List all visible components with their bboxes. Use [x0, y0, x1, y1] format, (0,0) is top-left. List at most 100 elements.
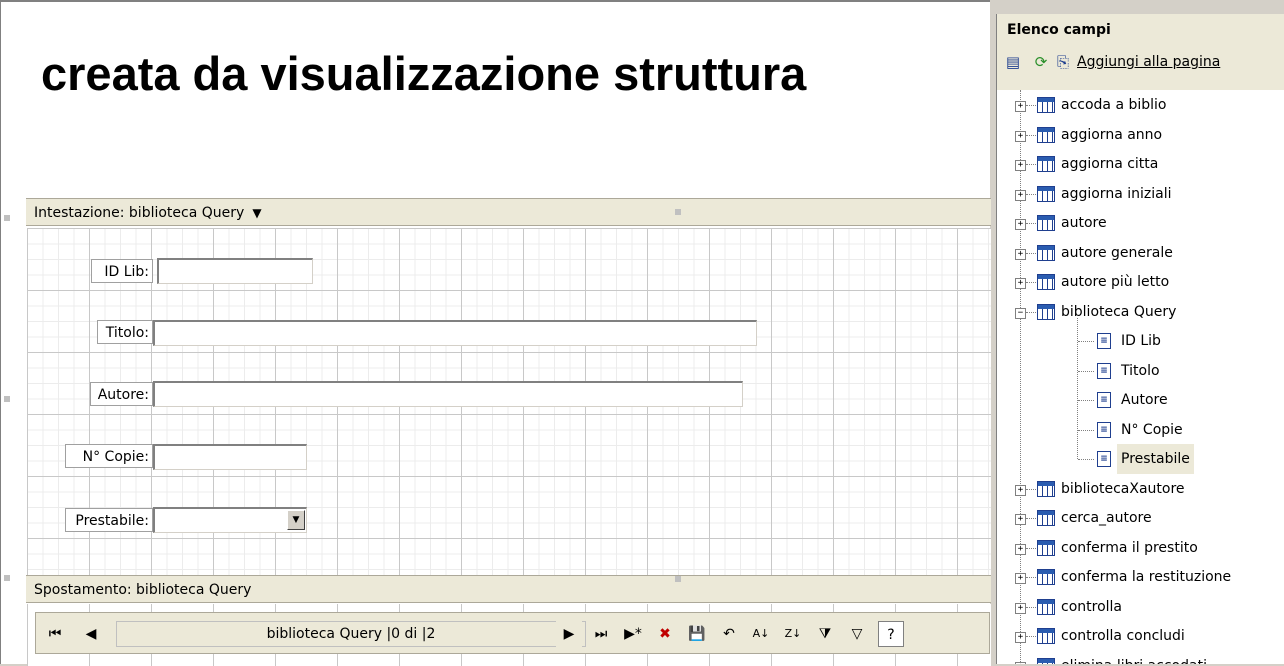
field-list-panel[interactable]: Elenco campi ▤ ⟳ ⎘ Aggiungi alla pagina … [996, 14, 1284, 664]
refresh-icon[interactable]: ⟳ [1031, 52, 1051, 72]
tree-item-query[interactable]: + bibliotecaXautore [997, 474, 1284, 504]
next-record-icon[interactable]: ▶ [556, 621, 582, 647]
tree-item-query[interactable]: + controlla [997, 592, 1284, 622]
query-icon [1037, 539, 1055, 556]
label-titolo[interactable]: Titolo: [97, 320, 153, 344]
autore-field[interactable] [153, 381, 743, 407]
apply-filter-icon[interactable]: ▽ [844, 621, 870, 647]
tree-item-label: Autore [1121, 392, 1168, 408]
last-record-icon[interactable]: ⏭ [588, 621, 614, 647]
tree-item-field[interactable]: ≡ Prestabile [997, 444, 1284, 474]
expand-icon[interactable]: + [1015, 130, 1026, 142]
undo-icon[interactable]: ↶ [716, 621, 742, 647]
chevron-down-icon[interactable]: ▼ [287, 510, 305, 530]
tree-item-query[interactable]: + autore generale [997, 238, 1284, 268]
add-to-page-button[interactable]: Aggiungi alla pagina [1077, 52, 1220, 72]
tree-item-query[interactable]: + conferma il prestito [997, 533, 1284, 563]
resize-grip[interactable] [4, 396, 10, 402]
page-design-canvas[interactable]: creata da visualizzazione struttura Inte… [0, 0, 991, 666]
query-icon [1037, 215, 1055, 231]
query-icon [1037, 657, 1055, 664]
tree-item-query[interactable]: + autore [997, 208, 1284, 238]
delete-record-icon[interactable]: ✖ [652, 621, 678, 647]
resize-grip[interactable] [4, 215, 10, 221]
tree-item-label: accoda a biblio [1061, 97, 1167, 113]
label-autore[interactable]: Autore: [90, 382, 153, 406]
save-record-icon[interactable]: 💾 [684, 621, 710, 647]
tree-item-label: controlla concludi [1061, 628, 1185, 644]
tree-item-label: aggiorna citta [1061, 156, 1159, 172]
expand-icon[interactable]: + [1015, 632, 1026, 643]
prestabile-combo[interactable]: ▼ [153, 507, 307, 533]
expand-icon[interactable]: + [1015, 189, 1026, 201]
tree-item-query[interactable]: + accoda a biblio [997, 90, 1284, 120]
tree-item-label: Prestabile [1117, 444, 1194, 474]
expand-icon[interactable]: + [1015, 219, 1026, 230]
collapse-icon[interactable]: − [1015, 307, 1026, 319]
tree-item-query[interactable]: + aggiorna anno [997, 120, 1284, 150]
record-navigation[interactable]: ⏮ ◀ biblioteca Query |0 di |2 ▶ ⏭ ▶* ✖ 💾… [27, 604, 991, 666]
tree-connector [1078, 429, 1094, 431]
first-record-icon[interactable]: ⏮ [42, 621, 68, 647]
expand-icon[interactable]: + [1015, 573, 1026, 584]
add-to-page-icon[interactable]: ⎘ [1053, 52, 1073, 72]
titolo-field[interactable] [153, 320, 757, 346]
record-position-caption: biblioteca Query |0 di |2 [116, 621, 586, 647]
new-record-icon[interactable]: ▶* [620, 621, 646, 647]
field-icon: ≡ [1097, 392, 1111, 408]
query-icon [1037, 510, 1055, 526]
tree-item-query[interactable]: + aggiorna citta [997, 149, 1284, 179]
n-copie-field[interactable] [153, 444, 307, 470]
tree-item-query[interactable]: + autore più letto [997, 267, 1284, 297]
sort-ascending-icon[interactable]: A↓ [748, 621, 774, 647]
dropdown-arrow-icon[interactable]: ▼ [252, 199, 261, 227]
expand-icon[interactable]: + [1015, 484, 1026, 496]
sort-descending-icon[interactable]: Z↓ [780, 621, 806, 647]
expand-icon[interactable]: + [1015, 514, 1026, 525]
field-icon: ≡ [1097, 333, 1111, 349]
tree-item-label: controlla [1061, 598, 1122, 615]
resize-grip[interactable] [675, 576, 681, 582]
query-icon [1037, 480, 1055, 497]
expand-icon[interactable]: + [1015, 602, 1026, 614]
add-to-page-label: Aggiungi alla pagina [1077, 54, 1221, 70]
tree-item-query[interactable]: − biblioteca Query [997, 297, 1284, 327]
expand-icon[interactable]: + [1015, 278, 1026, 289]
expand-icon[interactable]: + [1015, 101, 1026, 112]
table-view-icon[interactable]: ▤ [1003, 52, 1023, 72]
id-lib-field[interactable] [157, 258, 313, 284]
tree-item-field[interactable]: ≡ Autore [997, 385, 1284, 415]
label-id-lib[interactable]: ID Lib: [91, 259, 153, 283]
tree-item-label: conferma il prestito [1061, 539, 1198, 556]
resize-grip[interactable] [675, 209, 681, 215]
tree-item-field[interactable]: ≡ Titolo [997, 356, 1284, 386]
resize-grip[interactable] [4, 575, 10, 581]
field-list-title: Elenco campi [1007, 22, 1111, 38]
field-icon: ≡ [1097, 451, 1111, 467]
help-icon[interactable]: ? [878, 621, 904, 647]
field-tree[interactable]: + accoda a biblio + aggiorna anno + aggiorna … [997, 90, 1284, 664]
tree-item-query[interactable]: + conferma la restituzione [997, 562, 1284, 592]
previous-record-icon[interactable]: ◀ [78, 621, 104, 647]
tree-connector [1078, 370, 1094, 372]
tree-item-query[interactable]: + controlla concludi [997, 621, 1284, 651]
expand-icon[interactable]: + [1015, 160, 1026, 171]
tree-item-query[interactable]: +elimina libri accodati [997, 651, 1284, 664]
expand-icon[interactable]: + [1015, 248, 1026, 260]
tree-item-query[interactable]: + cerca_autore [997, 503, 1284, 533]
filter-by-selection-icon[interactable]: ⧩ [812, 621, 838, 647]
navigation-section-bar[interactable]: Spostamento: biblioteca Query [26, 575, 991, 603]
expand-icon[interactable]: + [1015, 543, 1026, 555]
tree-item-query[interactable]: + aggiorna iniziali [997, 179, 1284, 209]
tree-item-label: autore [1061, 215, 1107, 231]
label-n-copie[interactable]: N° Copie: [65, 444, 153, 468]
tree-item-label: ID Lib [1121, 333, 1161, 349]
field-icon: ≡ [1097, 421, 1111, 438]
tree-item-label: aggiorna anno [1061, 126, 1163, 143]
label-prestabile[interactable]: Prestabile: [65, 508, 153, 532]
query-icon [1037, 274, 1055, 290]
tree-item-field[interactable]: ≡ N° Copie [997, 415, 1284, 445]
page-title[interactable]: creata da visualizzazione struttura [41, 46, 806, 101]
header-section-bar[interactable]: Intestazione: biblioteca Query ▼ [26, 198, 991, 226]
tree-item-field[interactable]: ≡ ID Lib [997, 326, 1284, 356]
